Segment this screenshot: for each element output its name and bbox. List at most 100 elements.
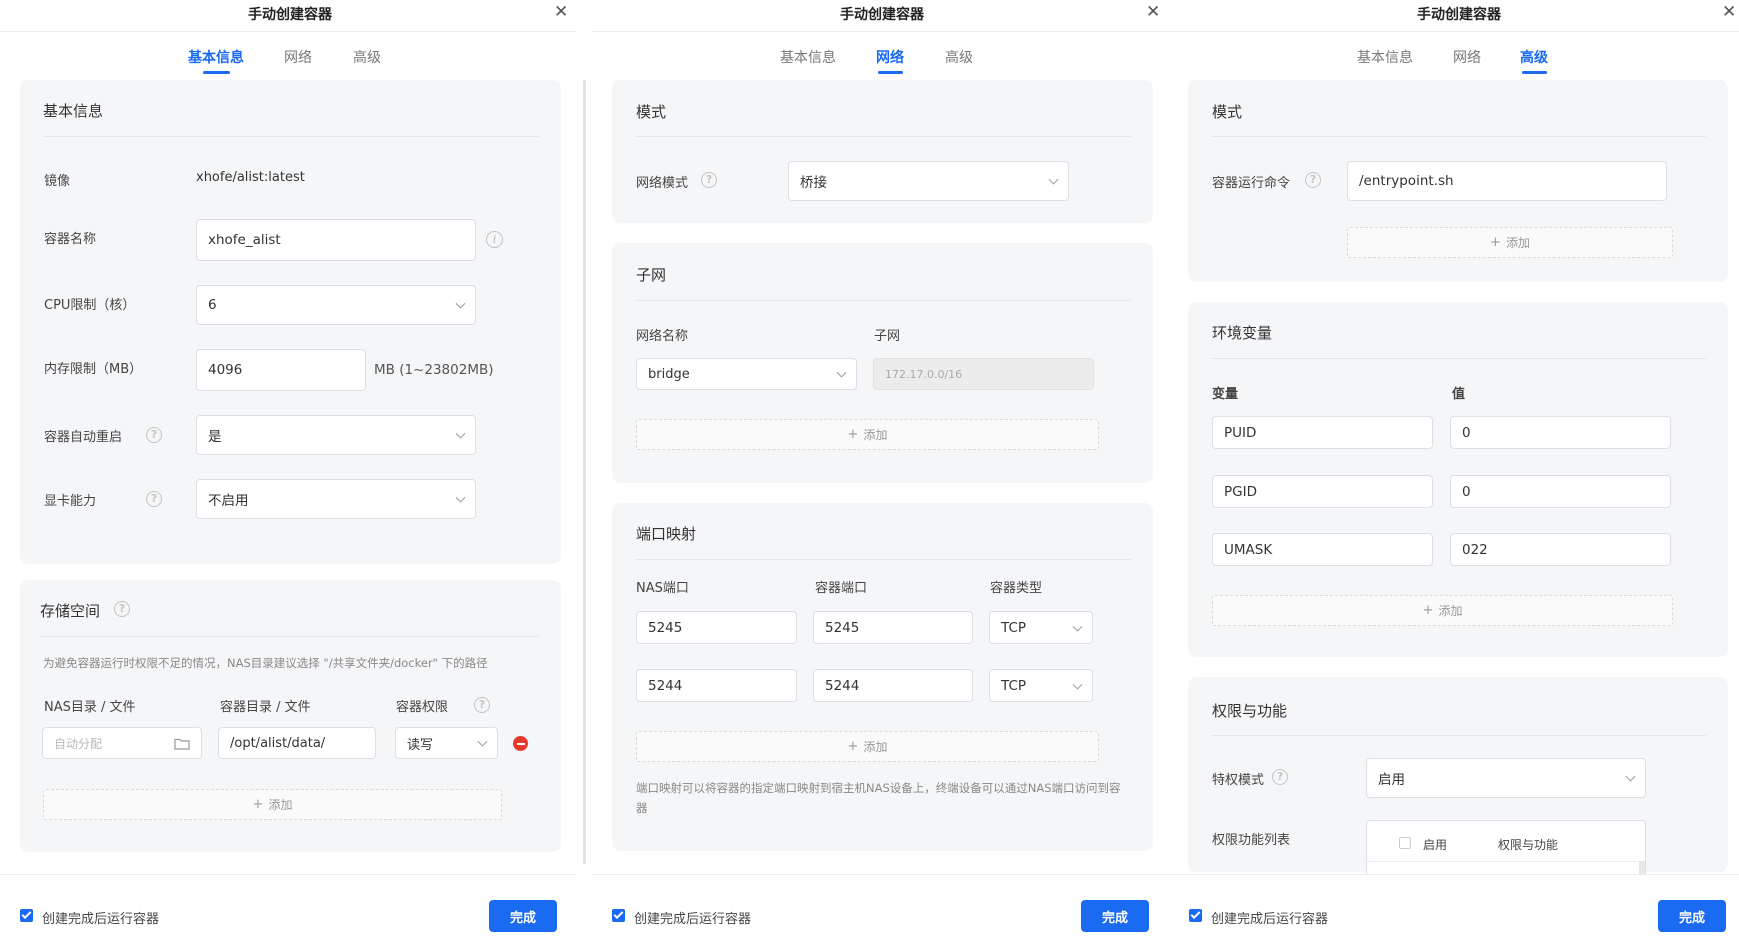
tab-network[interactable]: 网络 bbox=[876, 47, 904, 67]
cpu-select[interactable]: 6 bbox=[196, 285, 476, 325]
tab-basic[interactable]: 基本信息 bbox=[188, 47, 244, 67]
container-dir-input[interactable]: /opt/alist/data/ bbox=[218, 727, 376, 759]
section-divider bbox=[40, 636, 539, 637]
container-port-input[interactable]: 5244 bbox=[813, 669, 973, 702]
container-name-label: 容器名称 bbox=[44, 232, 97, 247]
help-icon[interactable]: ? bbox=[1305, 172, 1321, 188]
memory-input[interactable]: 4096 bbox=[196, 349, 366, 391]
col-nas-dir: NAS目录 / 文件 bbox=[44, 700, 136, 715]
header-divider bbox=[592, 31, 1167, 32]
permission-select[interactable]: 读写 bbox=[395, 727, 498, 759]
help-icon[interactable]: ? bbox=[701, 172, 717, 188]
section-divider bbox=[1212, 358, 1706, 359]
add-command-button[interactable]: + 添加 bbox=[1347, 227, 1673, 258]
help-icon[interactable]: ? bbox=[1272, 769, 1288, 785]
col-capability: 权限与功能 bbox=[1498, 838, 1559, 852]
run-command-input[interactable]: /entrypoint.sh bbox=[1347, 161, 1667, 201]
gpu-select[interactable]: 不启用 bbox=[196, 479, 476, 519]
remove-icon[interactable] bbox=[513, 736, 528, 751]
input-value: 172.17.0.0/16 bbox=[885, 367, 963, 381]
input-value: xhofe_alist bbox=[208, 232, 281, 248]
help-icon[interactable]: ? bbox=[146, 491, 162, 507]
gpu-label: 显卡能力 bbox=[44, 494, 97, 509]
section-divider bbox=[1212, 735, 1706, 736]
tab-basic[interactable]: 基本信息 bbox=[780, 47, 836, 67]
help-icon[interactable]: ? bbox=[114, 601, 130, 617]
help-icon[interactable]: ? bbox=[146, 427, 162, 443]
tab-advanced[interactable]: 高级 bbox=[945, 47, 973, 67]
input-value: 5244 bbox=[648, 677, 683, 694]
info-icon[interactable]: i bbox=[486, 231, 503, 248]
run-after-create-checkbox[interactable] bbox=[20, 909, 33, 922]
select-value: 6 bbox=[208, 297, 217, 313]
add-port-button[interactable]: + 添加 bbox=[636, 731, 1099, 762]
col-value: 值 bbox=[1452, 387, 1466, 402]
env-value-input[interactable]: 022 bbox=[1450, 533, 1671, 566]
input-value: 5245 bbox=[825, 619, 860, 636]
footer-divider bbox=[1168, 874, 1739, 875]
input-value: 4096 bbox=[208, 362, 243, 378]
privileged-mode-label: 特权模式 bbox=[1212, 773, 1265, 788]
section-divider bbox=[636, 136, 1131, 137]
env-key-input[interactable]: PGID bbox=[1212, 475, 1433, 508]
env-key-input[interactable]: PUID bbox=[1212, 416, 1433, 449]
folder-icon[interactable] bbox=[174, 737, 190, 750]
nas-port-input[interactable]: 5244 bbox=[636, 669, 797, 702]
add-storage-button[interactable]: + 添加 bbox=[43, 789, 502, 820]
privileged-mode-select[interactable]: 启用 bbox=[1366, 758, 1646, 798]
restart-select[interactable]: 是 bbox=[196, 415, 476, 455]
env-value-input[interactable]: 0 bbox=[1450, 475, 1671, 508]
scrollbar[interactable] bbox=[1639, 861, 1645, 875]
col-network-name: 网络名称 bbox=[636, 329, 689, 344]
nas-port-input[interactable]: 5245 bbox=[636, 611, 797, 644]
tab-network[interactable]: 网络 bbox=[284, 47, 312, 67]
add-env-button[interactable]: + 添加 bbox=[1212, 595, 1673, 626]
chevron-down-icon bbox=[455, 428, 466, 439]
run-after-create-checkbox[interactable] bbox=[612, 909, 625, 922]
plus-icon: + bbox=[1422, 603, 1434, 618]
close-icon[interactable]: ✕ bbox=[1146, 4, 1160, 21]
storage-hint: 为避免容器运行时权限不足的情况，NAS目录建议选择 "/共享文件夹/docker… bbox=[43, 656, 488, 670]
close-icon[interactable]: ✕ bbox=[554, 4, 568, 21]
select-all-checkbox[interactable] bbox=[1399, 837, 1411, 849]
col-container-type: 容器类型 bbox=[990, 581, 1043, 596]
add-label: 添加 bbox=[1438, 604, 1463, 618]
tab-active-indicator bbox=[878, 71, 903, 74]
protocol-select[interactable]: TCP bbox=[989, 669, 1093, 702]
input-value: 022 bbox=[1462, 541, 1488, 558]
container-port-input[interactable]: 5245 bbox=[813, 611, 973, 644]
chevron-down-icon bbox=[477, 736, 488, 747]
finish-button[interactable]: 完成 bbox=[1081, 900, 1149, 932]
cpu-label: CPU限制（核） bbox=[44, 298, 136, 313]
add-subnet-button[interactable]: + 添加 bbox=[636, 419, 1099, 450]
dialog-title: 手动创建容器 bbox=[1417, 7, 1501, 23]
tab-advanced[interactable]: 高级 bbox=[1520, 47, 1548, 67]
network-mode-label: 网络模式 bbox=[636, 176, 689, 191]
input-value: PGID bbox=[1224, 483, 1257, 500]
network-name-select[interactable]: bridge bbox=[636, 358, 857, 390]
input-placeholder: 自动分配 bbox=[54, 736, 103, 751]
tab-basic[interactable]: 基本信息 bbox=[1357, 47, 1413, 67]
section-title: 存储空间 bbox=[40, 602, 101, 620]
input-value: 5244 bbox=[825, 677, 860, 694]
env-value-input[interactable]: 0 bbox=[1450, 416, 1671, 449]
add-label: 添加 bbox=[1505, 236, 1530, 250]
env-key-input[interactable]: UMASK bbox=[1212, 533, 1433, 566]
select-value: 读写 bbox=[407, 737, 434, 753]
checkbox-label: 创建完成后运行容器 bbox=[42, 912, 160, 927]
nas-dir-input[interactable]: 自动分配 bbox=[42, 727, 202, 759]
plus-icon: + bbox=[1490, 235, 1501, 250]
image-value: xhofe/alist:latest bbox=[196, 170, 305, 185]
network-mode-select[interactable]: 桥接 bbox=[788, 161, 1069, 201]
run-after-create-checkbox[interactable] bbox=[1189, 909, 1202, 922]
section-title: 子网 bbox=[636, 266, 667, 284]
finish-button[interactable]: 完成 bbox=[489, 900, 557, 932]
close-icon[interactable]: ✕ bbox=[1722, 4, 1736, 21]
protocol-select[interactable]: TCP bbox=[989, 611, 1093, 644]
tab-advanced[interactable]: 高级 bbox=[353, 47, 381, 67]
port-mapping-hint: 端口映射可以将容器的指定端口映射到宿主机NAS设备上，终端设备可以通过NAS端口… bbox=[636, 781, 1121, 815]
tab-network[interactable]: 网络 bbox=[1453, 47, 1481, 67]
finish-button[interactable]: 完成 bbox=[1658, 900, 1726, 932]
container-name-input[interactable]: xhofe_alist bbox=[196, 219, 476, 261]
help-icon[interactable]: ? bbox=[474, 697, 490, 713]
